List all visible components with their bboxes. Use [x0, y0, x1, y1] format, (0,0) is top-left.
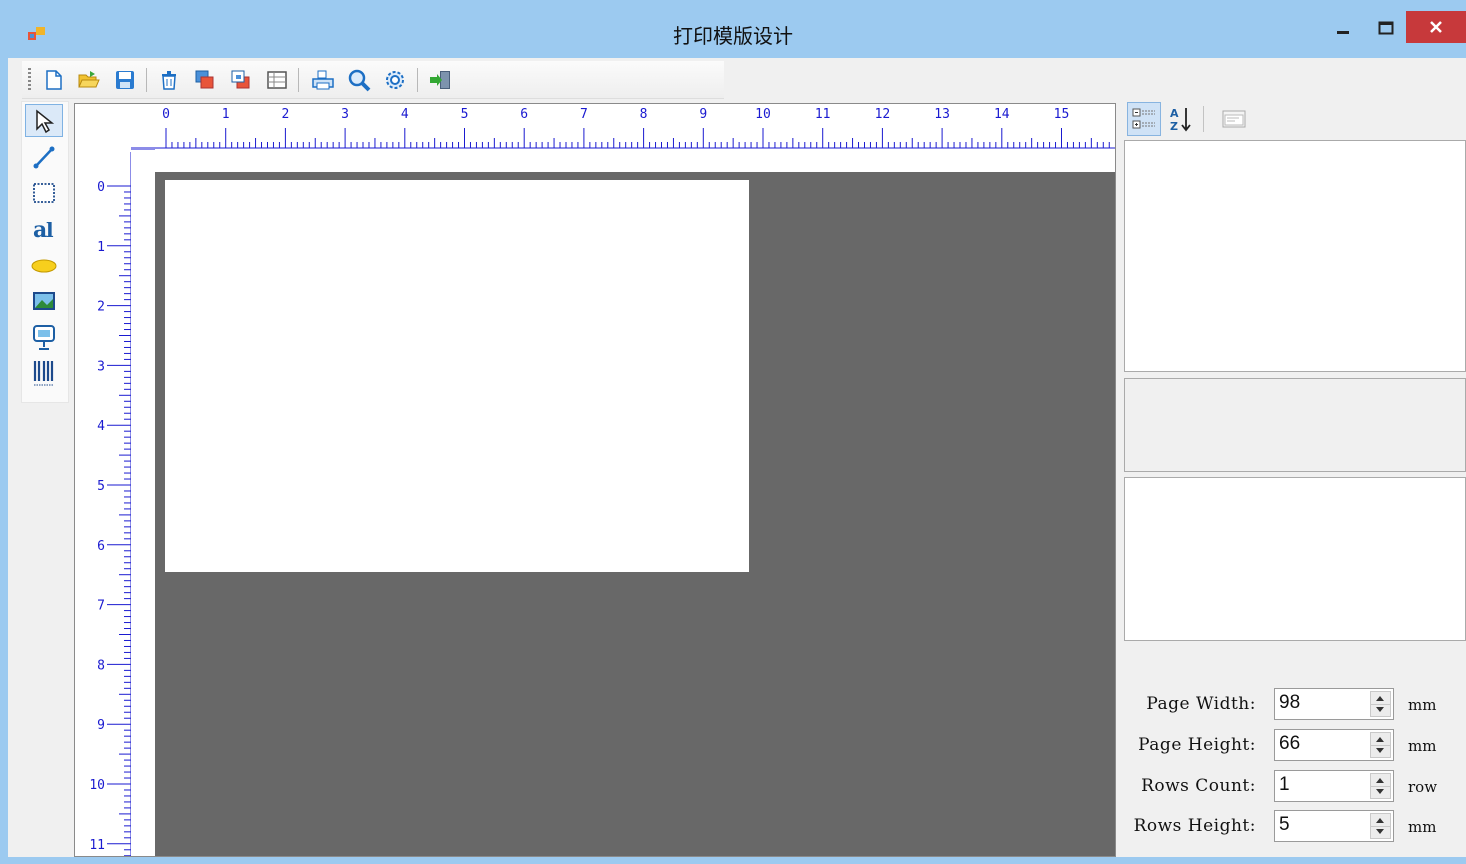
title-bar: 打印模版设计: [0, 0, 1466, 58]
page-height-value: 66: [1279, 733, 1301, 754]
ruler-label-h: 13: [934, 107, 950, 122]
ellipse-icon[interactable]: [25, 248, 63, 281]
property-grid[interactable]: [1124, 140, 1466, 372]
ruler-label-v: 2: [97, 300, 105, 315]
ruler-label-v: 10: [89, 778, 105, 793]
ruler-label-h: 14: [994, 107, 1010, 122]
ruler-label-h: 0: [162, 107, 170, 122]
sort-alphabetical-icon[interactable]: AZ: [1165, 102, 1199, 136]
ruler-label-h: 3: [341, 107, 349, 122]
delete-icon[interactable]: [156, 67, 182, 93]
maximize-button[interactable]: [1366, 12, 1406, 44]
rows-height-input[interactable]: 5: [1274, 810, 1394, 842]
horizontal-ruler: 0 1 2 3 4 5 6 7 8 9 10 11 12 13 14 15: [131, 107, 1115, 150]
pointer-icon[interactable]: [25, 104, 63, 137]
open-icon[interactable]: [76, 67, 102, 93]
new-icon[interactable]: [40, 67, 66, 93]
canvas-area[interactable]: [155, 172, 1115, 856]
page-height-input[interactable]: 66: [1274, 729, 1394, 761]
main-toolbar: [22, 61, 724, 99]
ruler-label-v: 0: [97, 180, 105, 195]
element-list[interactable]: [1124, 477, 1466, 641]
rows-count-input[interactable]: 1: [1274, 770, 1394, 802]
property-description: [1124, 378, 1466, 472]
rows-count-field: Rows Count: 1 row: [1118, 770, 1466, 804]
send-back-icon[interactable]: [228, 67, 254, 93]
page-width-unit: mm: [1408, 696, 1437, 714]
ruler-label-h: 5: [461, 107, 469, 122]
text-icon[interactable]: al: [25, 212, 63, 245]
page-width-input[interactable]: 98: [1274, 688, 1394, 720]
rows-count-spinner[interactable]: [1370, 773, 1391, 799]
rows-count-value: 1: [1279, 774, 1290, 795]
toolbar-grip[interactable]: [28, 68, 31, 90]
preview-icon[interactable]: [346, 67, 372, 93]
table-icon[interactable]: [264, 67, 290, 93]
property-pages-icon: [1217, 102, 1251, 136]
ruler-label-v: 3: [97, 359, 105, 374]
settings-icon[interactable]: [382, 67, 408, 93]
ruler-label-h: 12: [875, 107, 891, 122]
page-height-field: Page Height: 66 mm: [1118, 729, 1466, 763]
ruler-label-h: 8: [640, 107, 648, 122]
rows-height-unit: mm: [1408, 818, 1437, 836]
property-toolbar: AZ: [1125, 102, 1466, 138]
svg-text:A: A: [1170, 107, 1179, 120]
page-paper[interactable]: [165, 180, 749, 572]
exit-icon[interactable]: [428, 67, 454, 93]
shape-icon[interactable]: [25, 320, 63, 353]
categorized-icon[interactable]: [1127, 102, 1161, 136]
ruler-label-h: 4: [401, 107, 409, 122]
svg-text:l: l: [46, 218, 54, 242]
ruler-label-v: 8: [97, 658, 105, 673]
rows-height-value: 5: [1279, 814, 1290, 835]
page-height-label: Page Height:: [1138, 735, 1256, 755]
ruler-label-v: 11: [89, 838, 105, 853]
ruler-label-v: 5: [97, 479, 105, 494]
page-width-value: 98: [1279, 692, 1301, 713]
window-client: al 0 1 2 3 4 5 6 7 8 9 10 11 12 13 14 15 0 1 2 3 4 5 6 7 8 9 10 11…: [8, 58, 1466, 857]
rows-height-label: Rows Height:: [1133, 816, 1256, 836]
close-button[interactable]: [1406, 11, 1466, 43]
rows-count-label: Rows Count:: [1141, 776, 1256, 796]
rows-count-unit: row: [1408, 778, 1438, 796]
ruler-label-h: 7: [580, 107, 588, 122]
ruler-label-v: 1: [97, 240, 105, 255]
ruler-label-v: 6: [97, 539, 105, 554]
minimize-button[interactable]: [1320, 12, 1366, 44]
ruler-label-h: 1: [222, 107, 230, 122]
tool-palette: al: [21, 101, 69, 403]
ruler-label-h: 6: [520, 107, 528, 122]
design-surface: 0 1 2 3 4 5 6 7 8 9 10 11 12 13 14 15 0 1 2 3 4 5 6 7 8 9 10 11: [74, 103, 1116, 857]
line-icon[interactable]: [25, 140, 63, 173]
save-icon[interactable]: [112, 67, 138, 93]
ruler-label-h: 11: [815, 107, 831, 122]
ruler-label-h: 2: [281, 107, 289, 122]
ruler-label-v: 4: [97, 419, 105, 434]
rows-height-field: Rows Height: 5 mm: [1118, 810, 1466, 844]
ruler-label-v: 9: [97, 718, 105, 733]
ruler-label-v: 7: [97, 599, 105, 614]
bring-front-icon[interactable]: [192, 67, 218, 93]
svg-text:Z: Z: [1170, 120, 1178, 133]
rectangle-icon[interactable]: [25, 176, 63, 209]
rows-height-spinner[interactable]: [1370, 813, 1391, 839]
page-height-unit: mm: [1408, 737, 1437, 755]
page-width-label: Page Width:: [1146, 694, 1256, 714]
ruler-label-h: 9: [699, 107, 707, 122]
print-icon[interactable]: [310, 67, 336, 93]
page-width-spinner[interactable]: [1370, 691, 1391, 717]
vertical-ruler: 0 1 2 3 4 5 6 7 8 9 10 11: [89, 152, 131, 856]
image-icon[interactable]: [25, 284, 63, 317]
ruler-label-h: 10: [755, 107, 771, 122]
window-title: 打印模版设计: [673, 24, 793, 48]
barcode-icon[interactable]: [25, 356, 63, 389]
page-width-field: Page Width: 98 mm: [1118, 688, 1466, 722]
page-height-spinner[interactable]: [1370, 732, 1391, 758]
ruler-label-h: 15: [1054, 107, 1070, 122]
